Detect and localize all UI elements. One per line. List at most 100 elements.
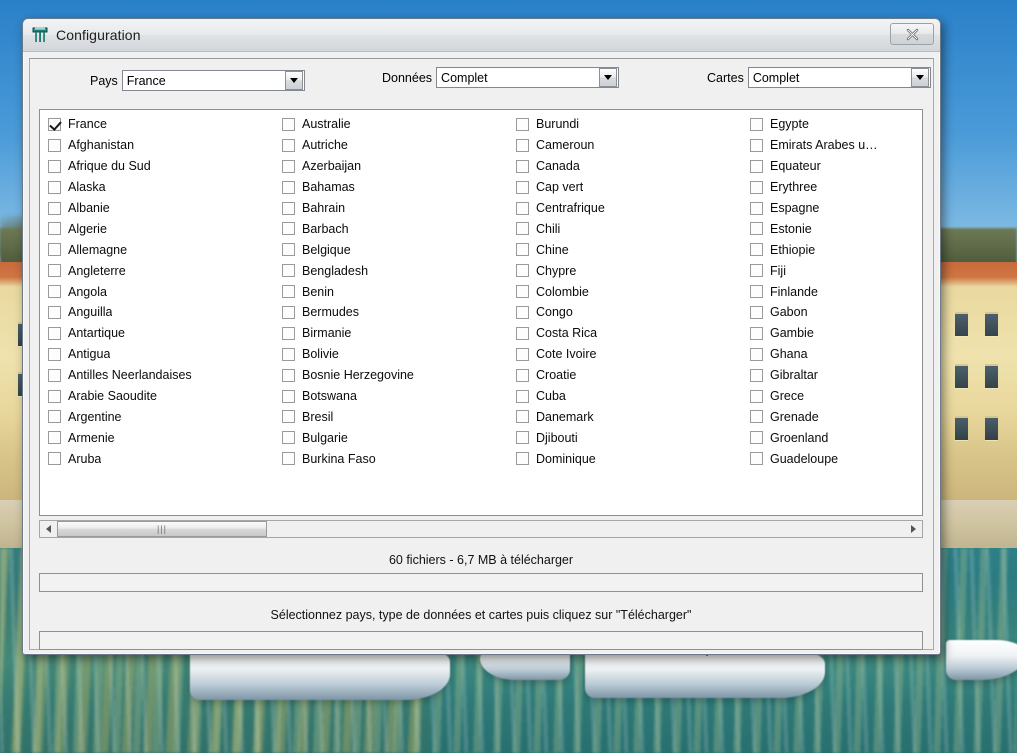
country-checkbox[interactable]: [282, 264, 295, 278]
country-checkbox[interactable]: [516, 410, 529, 424]
country-checkbox[interactable]: [48, 431, 61, 445]
country-checkbox[interactable]: [750, 159, 763, 173]
country-row[interactable]: Djibouti: [512, 427, 746, 448]
country-checkbox[interactable]: [48, 305, 61, 319]
donnees-combobox[interactable]: Complet: [436, 67, 620, 88]
triangle-right-icon[interactable]: [905, 521, 922, 537]
country-checkbox[interactable]: [516, 326, 529, 340]
country-checkbox[interactable]: [282, 389, 295, 403]
country-row[interactable]: Burundi: [512, 114, 746, 135]
country-checkbox[interactable]: [516, 305, 529, 319]
horizontal-scrollbar[interactable]: |||: [39, 520, 923, 538]
scrollbar-track[interactable]: |||: [57, 521, 905, 537]
country-row[interactable]: Barbach: [278, 218, 512, 239]
country-checkbox[interactable]: [750, 201, 763, 215]
country-checkbox[interactable]: [750, 243, 763, 257]
country-row[interactable]: Azerbaijan: [278, 156, 512, 177]
country-checkbox[interactable]: [750, 368, 763, 382]
country-checkbox[interactable]: [48, 117, 61, 131]
country-checkbox[interactable]: [516, 117, 529, 131]
country-row[interactable]: Guadeloupe: [746, 448, 922, 469]
country-row[interactable]: Belgique: [278, 239, 512, 260]
country-checkbox[interactable]: [282, 431, 295, 445]
country-row[interactable]: Dominique: [512, 448, 746, 469]
country-list[interactable]: France Afghanistan Afrique du Sud Alaska Alb…: [39, 109, 923, 516]
country-checkbox[interactable]: [516, 243, 529, 257]
country-checkbox[interactable]: [282, 410, 295, 424]
country-checkbox[interactable]: [516, 452, 529, 466]
cartes-combobox[interactable]: Complet: [747, 67, 931, 88]
country-row[interactable]: Groenland: [746, 427, 922, 448]
country-checkbox[interactable]: [282, 243, 295, 257]
country-row[interactable]: Bengladesh: [278, 260, 512, 281]
country-checkbox[interactable]: [282, 326, 295, 340]
country-row[interactable]: Grenade: [746, 406, 922, 427]
country-row[interactable]: Equateur: [746, 156, 922, 177]
country-row[interactable]: Bosnie Herzegovine: [278, 365, 512, 386]
country-checkbox[interactable]: [516, 285, 529, 299]
country-checkbox[interactable]: [282, 368, 295, 382]
scrollbar-thumb[interactable]: |||: [57, 521, 267, 537]
country-row[interactable]: Finlande: [746, 281, 922, 302]
country-checkbox[interactable]: [750, 452, 763, 466]
country-row[interactable]: Benin: [278, 281, 512, 302]
country-checkbox[interactable]: [750, 117, 763, 131]
country-checkbox[interactable]: [48, 222, 61, 236]
country-row[interactable]: Colombie: [512, 281, 746, 302]
country-row[interactable]: Ghana: [746, 344, 922, 365]
country-row[interactable]: Bulgarie: [278, 427, 512, 448]
country-checkbox[interactable]: [282, 159, 295, 173]
country-row[interactable]: Antilles Neerlandaises: [44, 365, 278, 386]
country-row[interactable]: Angola: [44, 281, 278, 302]
country-row[interactable]: Antartique: [44, 323, 278, 344]
country-checkbox[interactable]: [750, 326, 763, 340]
country-row[interactable]: Egypte: [746, 114, 922, 135]
country-row[interactable]: Bresil: [278, 406, 512, 427]
country-row[interactable]: Anguilla: [44, 302, 278, 323]
country-checkbox[interactable]: [48, 243, 61, 257]
country-row[interactable]: Cameroun: [512, 135, 746, 156]
country-row[interactable]: Angleterre: [44, 260, 278, 281]
chevron-down-icon[interactable]: [284, 71, 303, 90]
title-bar[interactable]: Configuration: [23, 19, 940, 52]
country-row[interactable]: Albanie: [44, 198, 278, 219]
country-row[interactable]: Antigua: [44, 344, 278, 365]
country-row[interactable]: Cote Ivoire: [512, 344, 746, 365]
country-row[interactable]: Emirats Arabes u…: [746, 135, 922, 156]
country-checkbox[interactable]: [750, 222, 763, 236]
country-checkbox[interactable]: [516, 347, 529, 361]
country-row[interactable]: Gibraltar: [746, 365, 922, 386]
country-row[interactable]: Congo: [512, 302, 746, 323]
country-checkbox[interactable]: [282, 285, 295, 299]
country-row[interactable]: Argentine: [44, 406, 278, 427]
country-checkbox[interactable]: [282, 201, 295, 215]
country-row[interactable]: Armenie: [44, 427, 278, 448]
country-checkbox[interactable]: [750, 264, 763, 278]
country-checkbox[interactable]: [282, 138, 295, 152]
country-row[interactable]: Botswana: [278, 386, 512, 407]
country-row[interactable]: Grece: [746, 386, 922, 407]
country-row[interactable]: Burkina Faso: [278, 448, 512, 469]
country-row[interactable]: Bahrain: [278, 198, 512, 219]
country-row[interactable]: Bahamas: [278, 177, 512, 198]
country-checkbox[interactable]: [516, 180, 529, 194]
country-checkbox[interactable]: [48, 326, 61, 340]
country-row[interactable]: Arabie Saoudite: [44, 386, 278, 407]
country-checkbox[interactable]: [48, 368, 61, 382]
chevron-down-icon[interactable]: [599, 68, 618, 87]
country-row[interactable]: Gabon: [746, 302, 922, 323]
country-row[interactable]: Chine: [512, 239, 746, 260]
country-checkbox[interactable]: [516, 264, 529, 278]
country-checkbox[interactable]: [282, 305, 295, 319]
country-checkbox[interactable]: [48, 389, 61, 403]
country-row[interactable]: Afrique du Sud: [44, 156, 278, 177]
country-row[interactable]: Afghanistan: [44, 135, 278, 156]
country-row[interactable]: Gambie: [746, 323, 922, 344]
country-checkbox[interactable]: [516, 201, 529, 215]
country-checkbox[interactable]: [48, 285, 61, 299]
country-row[interactable]: Fiji: [746, 260, 922, 281]
country-checkbox[interactable]: [282, 180, 295, 194]
country-checkbox[interactable]: [750, 180, 763, 194]
country-row[interactable]: Costa Rica: [512, 323, 746, 344]
country-checkbox[interactable]: [750, 389, 763, 403]
